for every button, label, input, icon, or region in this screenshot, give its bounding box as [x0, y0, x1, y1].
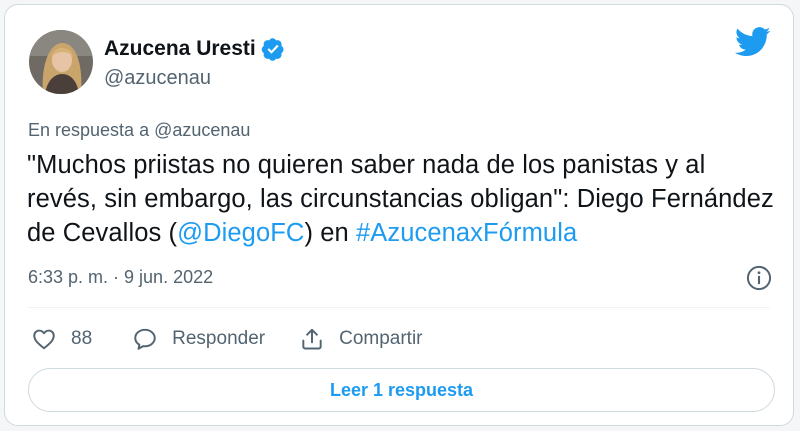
speech-bubble-icon: [134, 328, 156, 350]
reply-to-label: En respuesta a @azucenau: [28, 120, 251, 140]
mention-link[interactable]: @DiegoFC: [177, 219, 304, 247]
avatar-photo: [29, 30, 93, 94]
verified-badge-icon: [261, 38, 284, 61]
like-button[interactable]: 88: [31, 326, 92, 352]
share-icon: [302, 328, 322, 350]
read-replies-button[interactable]: Leer 1 respuesta: [28, 368, 775, 412]
author-name-row[interactable]: Azucena Uresti: [104, 35, 285, 63]
divider: [28, 307, 770, 308]
tweet-embed-card: Azucena Uresti @azucenau En respuesta a …: [4, 4, 794, 426]
heart-icon: [33, 329, 55, 350]
share-button[interactable]: Compartir: [299, 326, 423, 352]
share-label: Compartir: [339, 328, 423, 349]
author-name[interactable]: Azucena Uresti: [104, 37, 256, 61]
reply-label: Responder: [172, 328, 266, 349]
like-count: 88: [71, 328, 93, 349]
tweet-text-part: ) en: [304, 219, 356, 247]
avatar[interactable]: [29, 30, 93, 94]
reply-button[interactable]: Responder: [132, 326, 265, 352]
twitter-bird-icon[interactable]: [735, 27, 771, 57]
author-handle[interactable]: @azucenau: [104, 67, 211, 90]
tweet-text: "Muchos priistas no quieren saber nada d…: [27, 148, 777, 250]
action-bar: 88 Responder Compartir: [31, 321, 423, 357]
tweet-timestamp[interactable]: 6:33 p. m. · 9 jun. 2022: [28, 267, 213, 288]
hashtag-link[interactable]: #AzucenaxFórmula: [356, 219, 577, 247]
info-icon[interactable]: [745, 264, 773, 292]
